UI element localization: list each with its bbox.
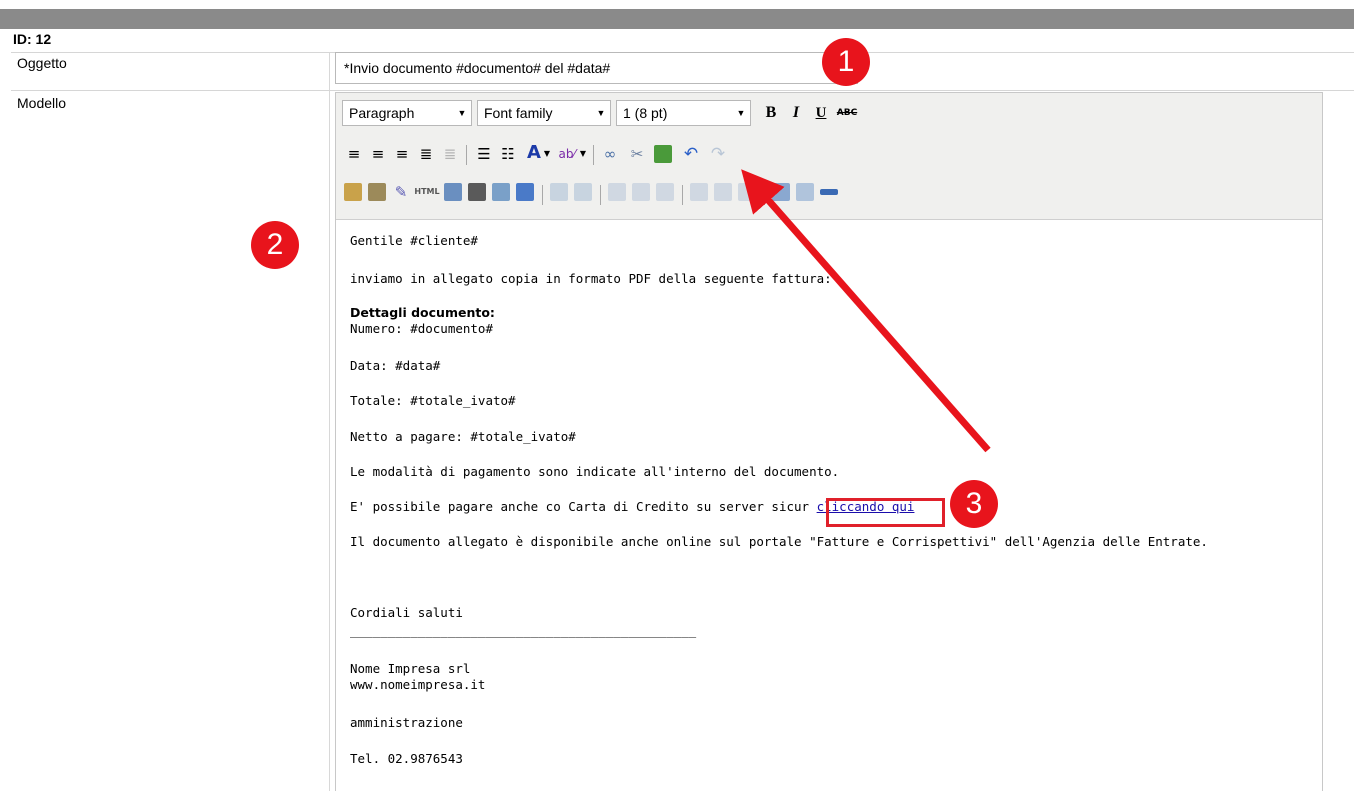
annotation-badge-3: 3 (950, 480, 998, 528)
annotation-arrow-line (741, 169, 991, 453)
annotation-arrow (741, 169, 991, 453)
annotation-badge-2: 2 (251, 221, 299, 269)
annotation-badge-1: 1 (822, 38, 870, 86)
